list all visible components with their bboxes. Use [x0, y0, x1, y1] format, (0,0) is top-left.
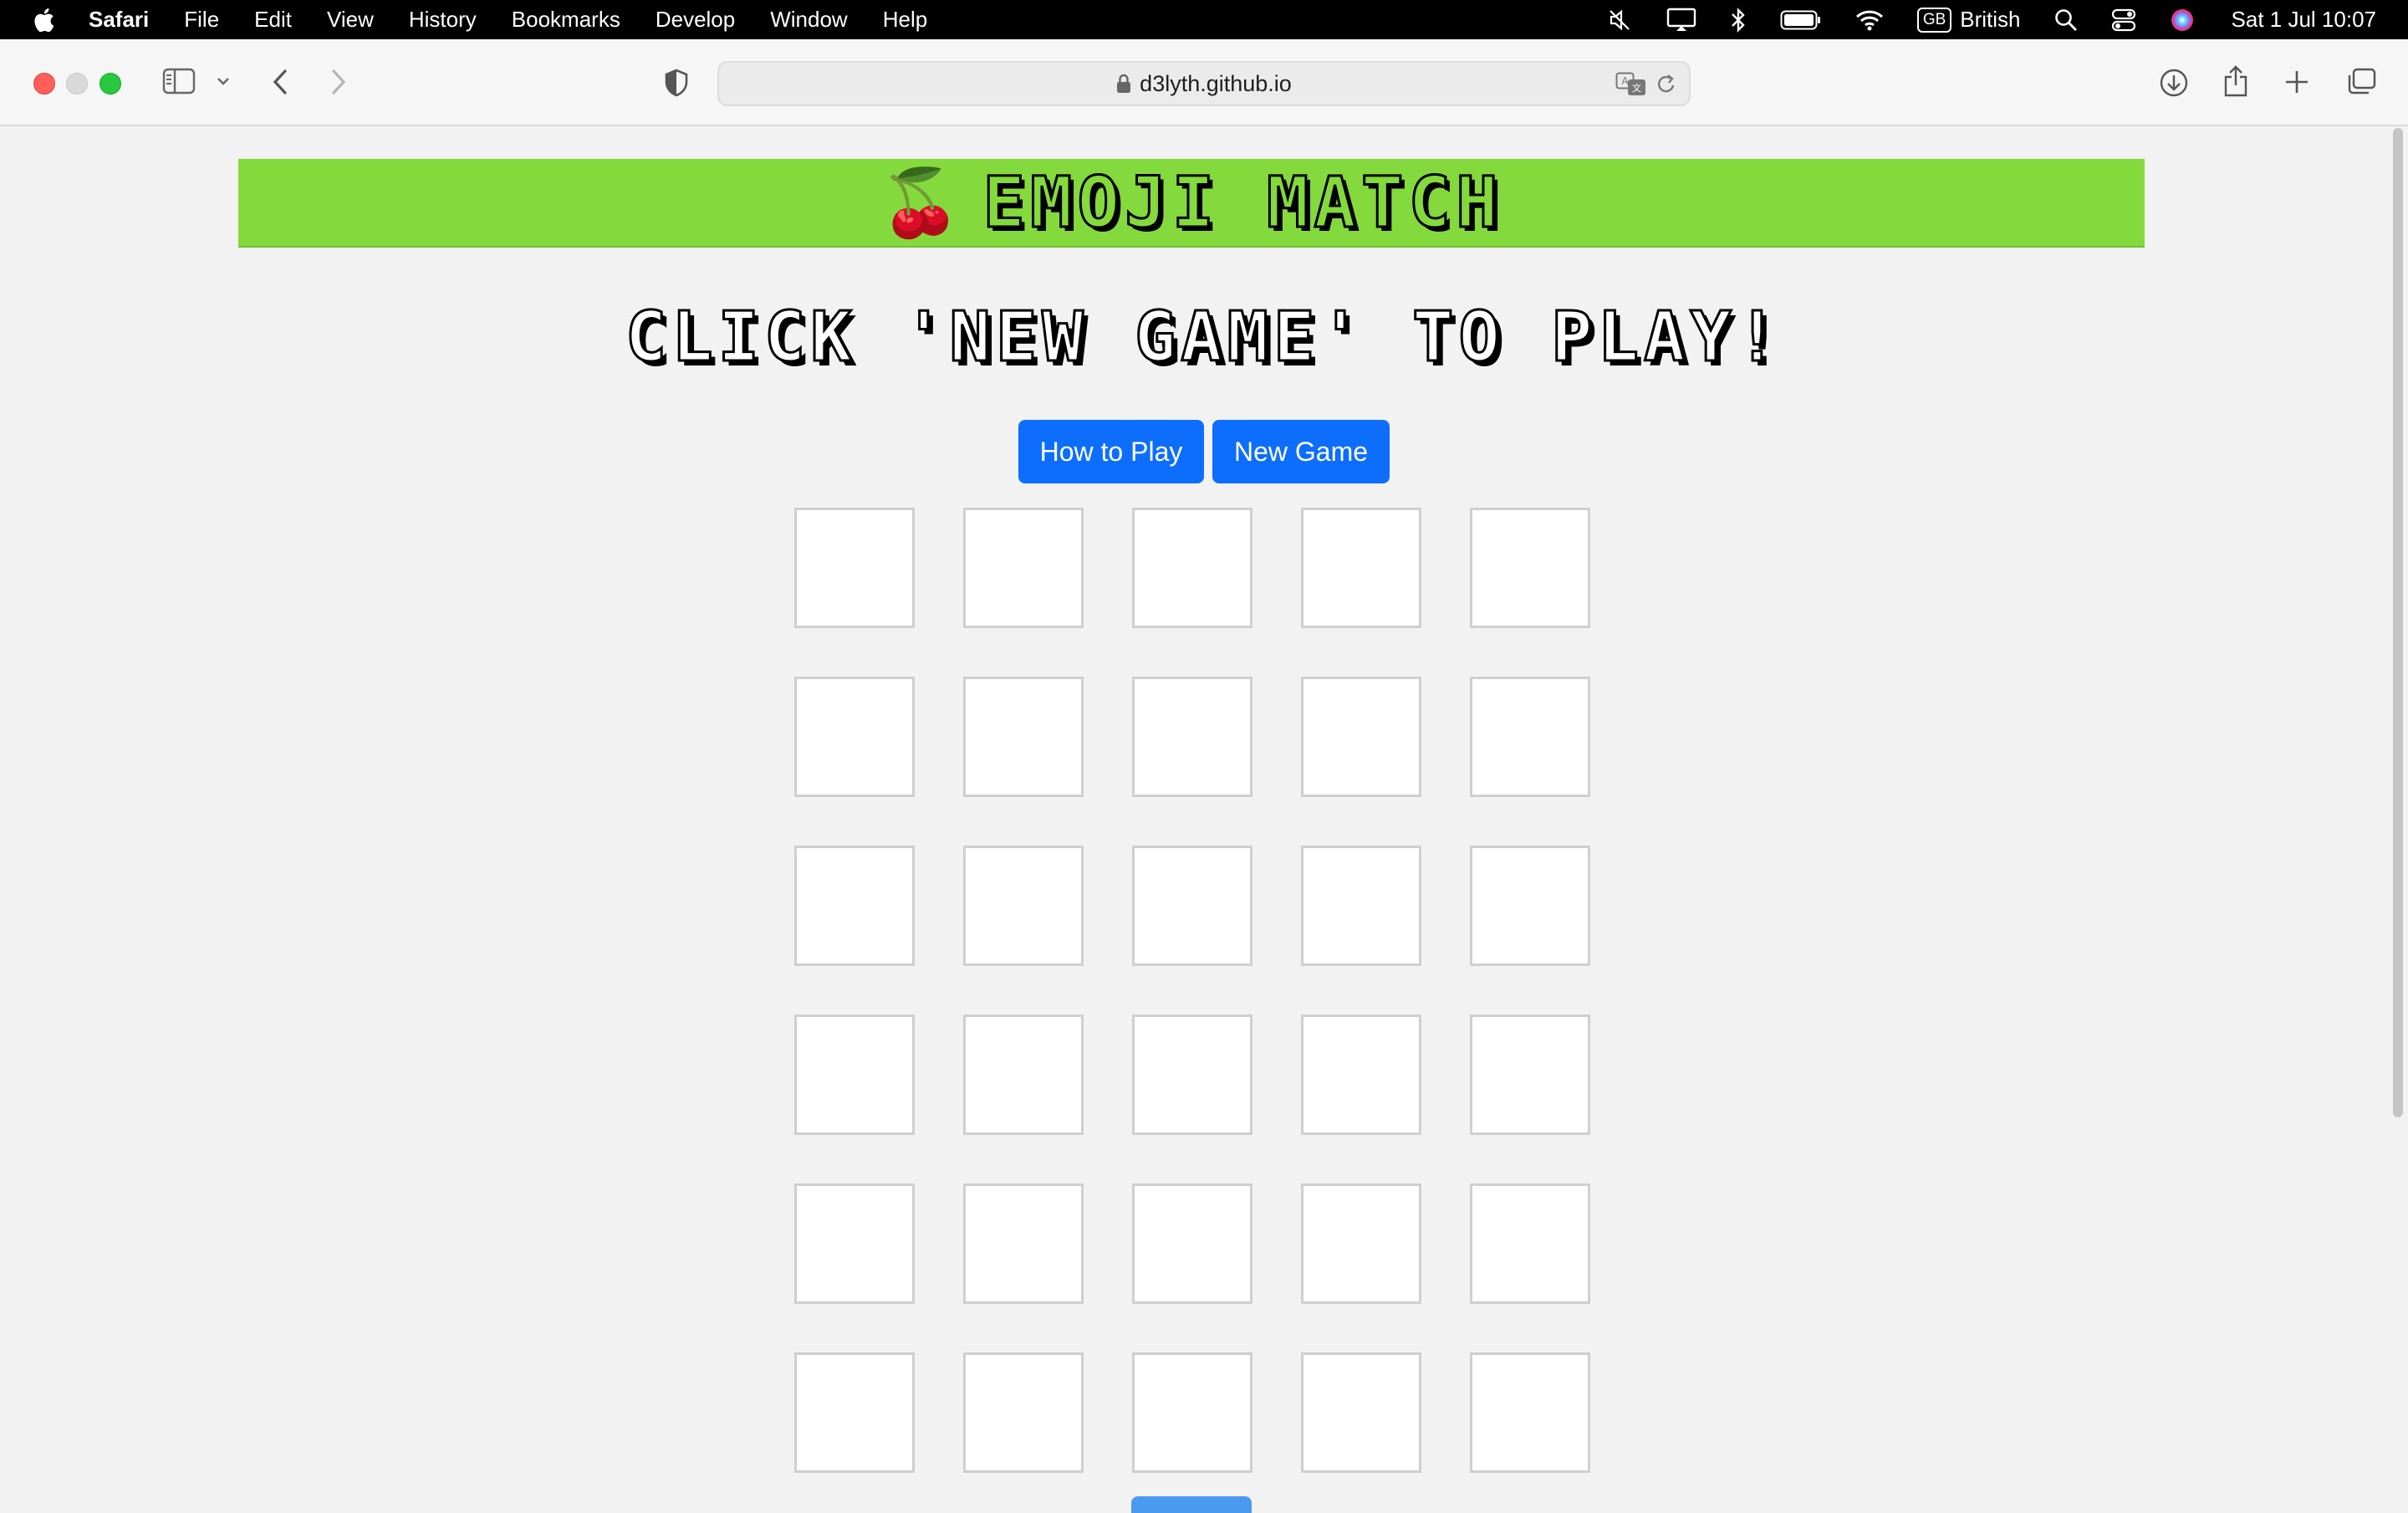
- partially-visible-button[interactable]: [1131, 1496, 1252, 1513]
- new-tab-icon[interactable]: [2284, 69, 2309, 95]
- memory-card[interactable]: [1301, 846, 1421, 966]
- browser-toolbar: d3lyth.github.io A文: [0, 39, 2408, 126]
- menu-develop[interactable]: Develop: [656, 7, 735, 33]
- memory-card[interactable]: [1132, 1352, 1252, 1473]
- memory-card[interactable]: [1132, 508, 1252, 628]
- memory-card[interactable]: [794, 508, 915, 628]
- new-game-button[interactable]: New Game: [1212, 420, 1390, 483]
- page-scrollbar-thumb[interactable]: [2393, 128, 2403, 1117]
- menu-file[interactable]: File: [184, 7, 219, 33]
- share-icon[interactable]: [2222, 64, 2249, 98]
- memory-card[interactable]: [963, 677, 1084, 797]
- memory-card[interactable]: [1132, 677, 1252, 797]
- input-source-badge: GB: [1916, 7, 1952, 33]
- game-controls: How to Play New Game: [0, 420, 2408, 483]
- menubar-clock[interactable]: Sat 1 Jul 10:07: [2232, 7, 2376, 33]
- memory-card[interactable]: [794, 846, 915, 966]
- spotlight-search-icon[interactable]: [2054, 8, 2078, 32]
- privacy-shield-icon[interactable]: [664, 69, 689, 97]
- tab-overview-icon[interactable]: [2346, 68, 2376, 96]
- memory-card[interactable]: [1132, 1183, 1252, 1304]
- siri-icon[interactable]: [2170, 8, 2195, 33]
- memory-card[interactable]: [1301, 1183, 1421, 1304]
- menu-edit[interactable]: Edit: [254, 7, 292, 33]
- memory-card[interactable]: [794, 1352, 915, 1473]
- game-title: EMOJI MATCH: [982, 161, 1503, 245]
- memory-card[interactable]: [963, 1352, 1084, 1473]
- game-header-banner: 🍒 EMOJI MATCH: [238, 159, 2145, 248]
- macos-menu-bar: Safari File Edit View History Bookmarks …: [0, 0, 2408, 39]
- memory-card[interactable]: [1470, 846, 1590, 966]
- memory-card[interactable]: [1470, 1352, 1590, 1473]
- memory-card[interactable]: [1470, 1183, 1590, 1304]
- menu-app-safari[interactable]: Safari: [89, 7, 149, 33]
- svg-text:文: 文: [1632, 82, 1641, 94]
- memory-card[interactable]: [1470, 677, 1590, 797]
- memory-card[interactable]: [963, 1183, 1084, 1304]
- sidebar-toggle-icon[interactable]: [162, 68, 196, 95]
- menu-window[interactable]: Window: [770, 7, 847, 33]
- lock-icon: [1116, 74, 1131, 94]
- input-source-label: British: [1960, 7, 2021, 32]
- control-center-icon[interactable]: [2111, 8, 2136, 32]
- url-text: d3lyth.github.io: [1140, 70, 1292, 96]
- memory-card[interactable]: [1132, 1015, 1252, 1135]
- menu-bookmarks[interactable]: Bookmarks: [512, 7, 620, 33]
- menu-history[interactable]: History: [409, 7, 477, 33]
- memory-card[interactable]: [963, 1015, 1084, 1135]
- menu-help[interactable]: Help: [883, 7, 927, 33]
- web-page: 🍒 EMOJI MATCH CLICK 'NEW GAME' TO PLAY! …: [0, 126, 2408, 1513]
- game-status-message: CLICK 'NEW GAME' TO PLAY!: [624, 297, 1783, 379]
- cherry-emoji: 🍒: [880, 166, 962, 239]
- memory-card[interactable]: [1470, 1015, 1590, 1135]
- window-minimize-button[interactable]: [66, 73, 88, 95]
- memory-card[interactable]: [1132, 846, 1252, 966]
- window-zoom-button[interactable]: [99, 73, 121, 95]
- reload-icon[interactable]: [1656, 73, 1677, 102]
- apple-logo-icon[interactable]: [32, 6, 57, 34]
- mute-icon[interactable]: [1608, 8, 1633, 32]
- address-bar[interactable]: d3lyth.github.io A文: [717, 61, 1691, 106]
- memory-card[interactable]: [1301, 1015, 1421, 1135]
- downloads-icon[interactable]: [2159, 68, 2189, 98]
- card-grid: [794, 508, 1590, 1473]
- input-source-menu[interactable]: GB British: [1916, 7, 2021, 33]
- back-button[interactable]: [271, 68, 289, 96]
- wifi-icon[interactable]: [1855, 9, 1884, 31]
- memory-card[interactable]: [794, 677, 915, 797]
- bluetooth-icon[interactable]: [1730, 7, 1747, 33]
- memory-card[interactable]: [1470, 508, 1590, 628]
- how-to-play-button[interactable]: How to Play: [1018, 420, 1204, 483]
- memory-card[interactable]: [1301, 1352, 1421, 1473]
- memory-card[interactable]: [963, 508, 1084, 628]
- display-icon[interactable]: [1666, 8, 1696, 33]
- forward-button[interactable]: [329, 68, 348, 96]
- battery-icon[interactable]: [1780, 10, 1822, 30]
- chevron-down-icon[interactable]: [216, 76, 231, 86]
- menu-view[interactable]: View: [327, 7, 374, 33]
- translate-icon[interactable]: A文: [1615, 72, 1647, 103]
- memory-card[interactable]: [963, 846, 1084, 966]
- memory-card[interactable]: [794, 1183, 915, 1304]
- memory-card[interactable]: [1301, 677, 1421, 797]
- memory-card[interactable]: [794, 1015, 915, 1135]
- memory-card[interactable]: [1301, 508, 1421, 628]
- window-close-button[interactable]: [33, 73, 55, 95]
